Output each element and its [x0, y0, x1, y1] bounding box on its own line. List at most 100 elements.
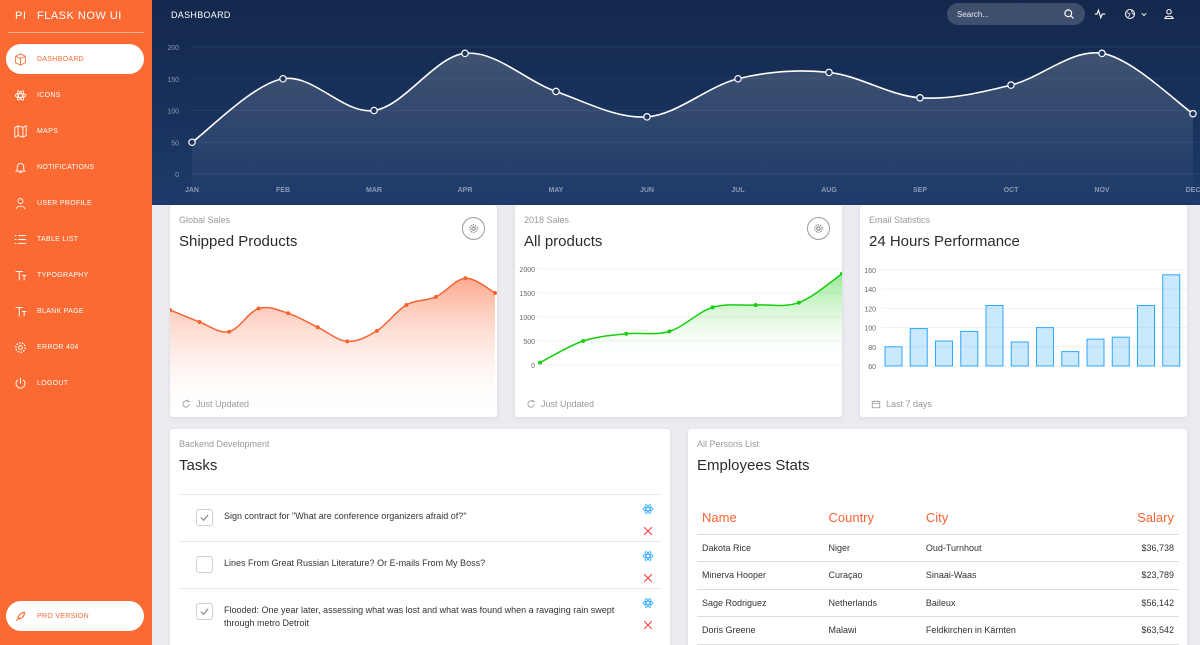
task-row: Sign contract for "What are conference o…	[179, 494, 661, 541]
table-cell: $56,142	[1093, 589, 1179, 617]
bar	[1086, 338, 1105, 367]
employees-card: All Persons List Employees Stats Name Cou…	[688, 429, 1187, 645]
sidebar: PI FLASK NOW UI DASHBOARD ICONS MAPS NOTIFI…	[0, 0, 152, 645]
search-input[interactable]	[957, 9, 1057, 19]
card-title: Employees Stats	[697, 457, 810, 474]
sidebar-item-label: DASHBOARD	[37, 55, 85, 63]
chevron-down-icon[interactable]	[1140, 8, 1148, 20]
sidebar-item-user-profile[interactable]: USER PROFILE	[6, 188, 144, 218]
shipped-products-card: Global Sales Shipped Products Just Updat…	[170, 205, 497, 417]
x-tick-label: JUN	[640, 187, 654, 194]
search-box[interactable]	[947, 3, 1085, 25]
close-icon[interactable]	[642, 572, 654, 584]
data-point	[286, 311, 291, 316]
power-icon	[15, 377, 26, 389]
data-point	[197, 320, 202, 324]
sidebar-item-blank-page[interactable]: BLANK PAGE	[6, 296, 144, 326]
table-cell: Malawi	[823, 616, 921, 645]
table-cell: Feldkirchen in Kärnten	[920, 616, 1094, 645]
bar	[960, 330, 979, 367]
pro-version-label: PRO VERSION	[37, 612, 89, 620]
pulse-icon[interactable]	[1094, 8, 1106, 20]
card-category: Email Statistics	[869, 215, 931, 225]
card-footer-text: Last 7 days	[886, 399, 933, 409]
sidebar-item-maps[interactable]: MAPS	[6, 116, 144, 146]
list-icon	[14, 234, 27, 244]
sidebar-item-label: USER PROFILE	[37, 199, 92, 207]
user-icon[interactable]	[1163, 8, 1175, 20]
edit-icon[interactable]	[642, 597, 654, 609]
x-tick-label: JUL	[731, 187, 745, 194]
globe-icon[interactable]	[1124, 8, 1136, 20]
sidebar-item-label: BLANK PAGE	[37, 307, 84, 315]
bar	[1162, 274, 1181, 367]
data-point	[624, 331, 629, 336]
column-header-city[interactable]: City	[920, 501, 1094, 535]
y-tick-label: 80	[868, 345, 876, 352]
data-point	[227, 329, 232, 334]
sidebar-item-error-404[interactable]: ERROR 404	[6, 332, 144, 362]
sidebar-divider	[8, 32, 144, 33]
task-text: Sign contract for "What are conference o…	[224, 511, 467, 521]
bar	[1137, 305, 1155, 367]
task-row: Lines From Great Russian Literature? Or …	[179, 541, 661, 588]
edit-icon[interactable]	[642, 550, 654, 562]
big-line-chart: 0 50 100 150 200 JAN FEB MAR APR MAY JUN JUL AUG SEP O…	[167, 45, 1200, 205]
data-point	[370, 106, 378, 115]
sidebar-item-label: MAPS	[37, 127, 59, 135]
x-tick-label: OCT	[1004, 187, 1020, 194]
table-row: Minerva Hooper Curaçao Sinaai-Waas $23,789	[697, 561, 1179, 590]
column-header-salary[interactable]: Salary	[1093, 501, 1179, 535]
y-tick-label: 60	[868, 364, 876, 371]
close-icon[interactable]	[642, 525, 654, 537]
x-tick-label: APR	[458, 187, 473, 194]
task-checkbox[interactable]	[196, 556, 213, 573]
refresh-icon	[182, 399, 190, 408]
y-tick-label: 0	[531, 363, 535, 370]
data-point	[734, 74, 742, 83]
column-header-country[interactable]: Country	[823, 501, 921, 535]
search-icon[interactable]	[1063, 8, 1075, 20]
pro-version-button[interactable]: PRO VERSION	[6, 601, 144, 631]
settings-button[interactable]	[462, 217, 485, 240]
tasks-list: Sign contract for "What are conference o…	[179, 494, 661, 635]
data-point	[643, 113, 651, 121]
settings-button[interactable]	[807, 217, 830, 240]
bar	[935, 340, 953, 367]
card-category: 2018 Sales	[524, 215, 570, 225]
card-title: Tasks	[179, 457, 218, 474]
table-cell: Minerva Hooper	[697, 561, 824, 590]
sidebar-item-typography[interactable]: TYPOGRAPHY	[6, 260, 144, 290]
brand[interactable]: PI FLASK NOW UI	[0, 0, 152, 32]
card-title: Shipped Products	[179, 233, 298, 250]
y-tick-label: 100	[864, 326, 876, 333]
task-checkbox[interactable]	[196, 509, 213, 526]
card-category: Global Sales	[179, 215, 231, 225]
x-tick-label: DEC	[1186, 187, 1200, 194]
card-footer: Last 7 days	[871, 399, 932, 409]
edit-icon[interactable]	[642, 503, 654, 515]
task-text: Lines From Great Russian Literature? Or …	[224, 558, 486, 568]
column-header-name[interactable]: Name	[697, 501, 824, 535]
x-tick-label: NOV	[1094, 187, 1110, 194]
breadcrumb[interactable]: DASHBOARD	[171, 10, 231, 20]
data-point	[493, 290, 497, 295]
sidebar-nav: DASHBOARD ICONS MAPS NOTIFICATIONS USER PROF…	[0, 44, 152, 404]
y-tick-label: 140	[864, 287, 876, 294]
sidebar-item-label: LOGOUT	[37, 379, 69, 387]
sidebar-item-dashboard[interactable]: DASHBOARD	[6, 44, 144, 74]
sidebar-item-table-list[interactable]: TABLE LIST	[6, 224, 144, 254]
sidebar-item-logout[interactable]: LOGOUT	[6, 368, 144, 398]
gear-icon	[469, 224, 478, 233]
data-point	[433, 294, 438, 299]
data-point	[461, 49, 469, 58]
x-tick-label: FEB	[276, 187, 290, 194]
close-icon[interactable]	[642, 619, 654, 631]
sidebar-item-icons[interactable]: ICONS	[6, 80, 144, 110]
table-cell: $63,542	[1093, 616, 1179, 645]
x-tick-label: JAN	[185, 187, 199, 194]
sidebar-item-notifications[interactable]: NOTIFICATIONS	[6, 152, 144, 182]
card-title: All products	[524, 233, 603, 250]
data-point	[404, 302, 409, 307]
task-checkbox[interactable]	[196, 603, 213, 620]
